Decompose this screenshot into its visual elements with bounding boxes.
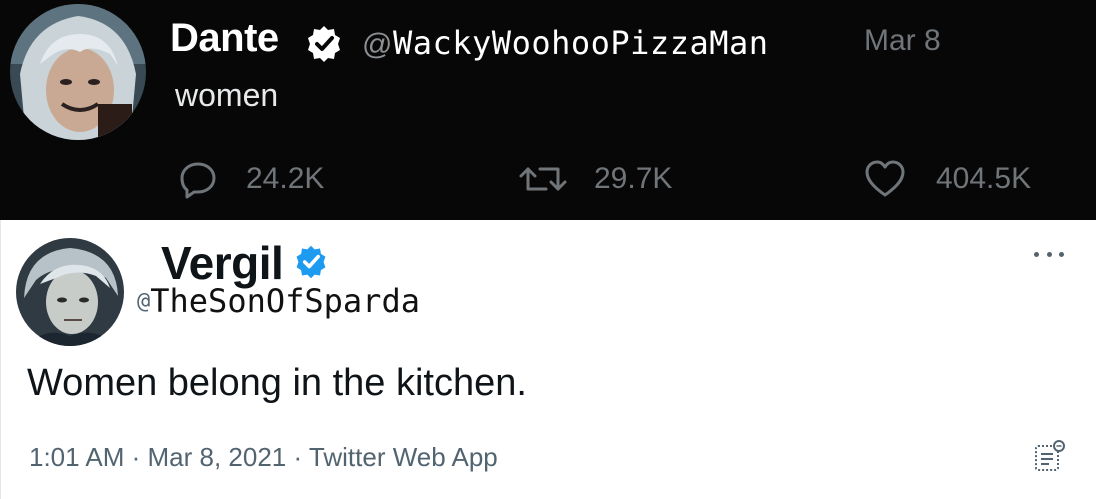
more-dot bbox=[1046, 251, 1052, 257]
like-count: 404.5K bbox=[936, 162, 1032, 195]
dante-tweet-text: women bbox=[175, 77, 279, 113]
reply-count: 24.2K bbox=[246, 162, 325, 195]
like-button[interactable]: 404.5K bbox=[864, 156, 1031, 202]
more-dot bbox=[1034, 251, 1039, 257]
tweet-time[interactable]: 1:01 AM bbox=[29, 442, 124, 472]
dante-tweet-date[interactable]: Mar 8 bbox=[864, 24, 941, 58]
retweet-icon bbox=[519, 167, 567, 191]
tweet-date[interactable]: Mar 8, 2021 bbox=[148, 442, 287, 472]
more-dot bbox=[1059, 251, 1064, 257]
more-icon[interactable] bbox=[1034, 248, 1064, 260]
dante-avatar[interactable] bbox=[10, 4, 146, 140]
retweet-count: 29.7K bbox=[594, 162, 673, 195]
vergil-handle[interactable]: @TheSonOfSparda bbox=[137, 282, 420, 320]
dante-handle[interactable]: @WackyWoohooPizzaMan bbox=[362, 24, 769, 62]
tweet-source[interactable]: Twitter Web App bbox=[309, 442, 498, 472]
vergil-tweet-text: Women belong in the kitchen. bbox=[27, 362, 527, 404]
reply-icon bbox=[180, 162, 216, 199]
verified-badge-icon bbox=[308, 26, 340, 62]
reply-button[interactable]: 24.2K bbox=[178, 156, 324, 202]
analytics-icon[interactable] bbox=[1033, 438, 1067, 474]
meta-separator: · bbox=[124, 442, 148, 472]
vergil-handle-text: TheSonOfSparda bbox=[150, 282, 420, 320]
heart-icon bbox=[865, 160, 905, 197]
dante-handle-text: WackyWoohooPizzaMan bbox=[392, 24, 769, 62]
dante-tweet: Dante @WackyWoohooPizzaMan Mar 8 women 2… bbox=[0, 0, 1096, 220]
vergil-tweet-card: Vergil @TheSonOfSparda Women belong in t… bbox=[0, 220, 1096, 499]
vergil-avatar[interactable] bbox=[16, 238, 124, 346]
dante-display-name[interactable]: Dante bbox=[170, 16, 279, 61]
verified-badge-icon bbox=[296, 245, 326, 279]
handle-at-sign: @ bbox=[137, 289, 151, 314]
meta-separator: · bbox=[286, 442, 309, 472]
tweet-meta: 1:01 AM · Mar 8, 2021 · Twitter Web App bbox=[29, 442, 498, 473]
retweet-button[interactable]: 29.7K bbox=[518, 156, 672, 202]
handle-at-sign: @ bbox=[362, 28, 393, 61]
vergil-tweet: Vergil @TheSonOfSparda Women belong in t… bbox=[0, 220, 1096, 499]
